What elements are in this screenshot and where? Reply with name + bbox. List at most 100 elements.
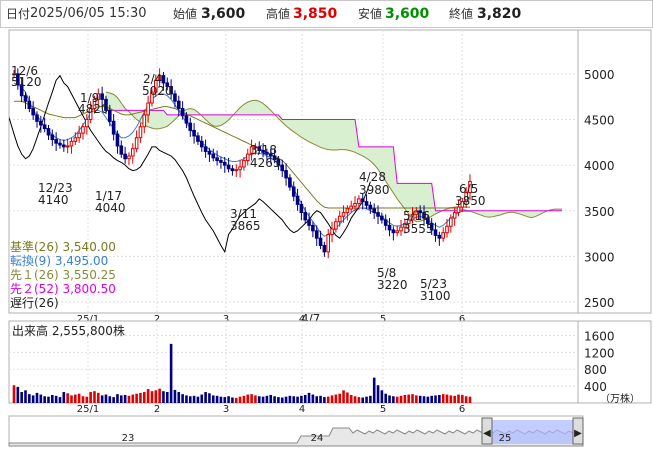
volume-bar — [464, 396, 468, 403]
volume-unit: （万株） — [600, 392, 640, 405]
price-axis-tick: 3000 — [584, 250, 615, 264]
volume-month-label: 4 — [299, 404, 305, 415]
volume-bar — [28, 394, 31, 403]
legend-tenkan-label: 転換(9) — [10, 254, 51, 268]
volume-bar — [215, 395, 219, 403]
candle-body — [54, 139, 58, 144]
volume-bar — [135, 393, 138, 403]
volume-bar — [338, 393, 342, 403]
candle-body — [280, 164, 285, 172]
volume-bar — [58, 397, 62, 403]
candle-body — [146, 102, 150, 116]
volume-bar — [116, 394, 119, 403]
volume-bar — [81, 396, 85, 403]
candle-body — [368, 204, 373, 210]
price-annotation-value: 4265 — [250, 156, 281, 170]
candle-body — [291, 186, 296, 197]
volume-bar — [66, 393, 69, 403]
volume-bar — [288, 395, 292, 403]
volume-bar — [403, 394, 407, 403]
candle-body — [65, 145, 70, 148]
price-annotation-value: 3980 — [359, 183, 390, 197]
volume-month-label: 5 — [380, 404, 386, 415]
volume-bar — [208, 393, 211, 403]
candle-body — [73, 137, 78, 142]
volume-bar — [461, 394, 464, 403]
candle-body — [42, 124, 47, 130]
volume-bar — [211, 395, 215, 403]
volume-bar — [265, 395, 269, 403]
candle-body — [360, 198, 365, 203]
volume-bar — [311, 394, 315, 403]
candle-body — [230, 168, 235, 172]
candle-body — [77, 132, 81, 139]
volume-bar — [426, 396, 430, 403]
volume-month-label: 6 — [459, 404, 465, 415]
date-label: 日付 — [6, 7, 31, 21]
volume-bar — [142, 392, 146, 403]
volume-bar — [407, 394, 410, 403]
volume-bar — [369, 395, 372, 403]
volume-bar — [39, 394, 43, 403]
volume-bar — [468, 396, 472, 403]
legend-tenkan: 転換(9) 3,495.00 — [10, 254, 108, 268]
candle-body — [50, 134, 55, 141]
volume-month-label: 25/1 — [77, 404, 99, 415]
volume-bar — [257, 396, 261, 403]
volume-bar — [24, 390, 27, 403]
candle-body — [234, 169, 239, 172]
price-annotation-date: 5/16 — [403, 209, 430, 223]
volume-bar — [204, 392, 207, 403]
volume-bar — [269, 394, 273, 403]
volume-bar — [43, 396, 46, 403]
volume-bar — [119, 395, 123, 403]
volume-bar — [307, 392, 311, 403]
volume-bar — [384, 393, 387, 403]
candle-body — [188, 122, 193, 131]
candle-body — [119, 145, 124, 155]
price-annotation-date: 3/18 — [250, 143, 277, 157]
candle-body — [39, 120, 43, 126]
price-annotation-value: 4140 — [38, 193, 69, 207]
volume-bar — [154, 390, 158, 403]
candle-body — [127, 155, 131, 160]
volume-bar — [131, 394, 135, 403]
volume-title: 出来高 2,555,800株 — [12, 323, 125, 338]
candle-body — [353, 202, 357, 207]
candle-body — [176, 100, 181, 110]
candle-body — [62, 144, 66, 148]
price-axis-tick: 4500 — [584, 113, 615, 127]
volume-bar — [51, 394, 54, 403]
volume-bar — [165, 392, 169, 403]
legend-kijun: 基準(26) 3,540.00 — [10, 240, 116, 254]
volume-bar — [97, 392, 100, 403]
candle-body — [449, 217, 453, 227]
volume-bar — [380, 390, 384, 403]
candle-body — [123, 153, 127, 160]
price-axis-tick: 5000 — [584, 68, 615, 82]
volume-bar — [181, 394, 184, 403]
volume-bar — [47, 396, 50, 403]
high-label: 高値 — [266, 7, 291, 21]
candle-body — [199, 140, 204, 148]
volume-bar — [31, 395, 35, 403]
volume-bar — [231, 397, 234, 403]
candle-body — [23, 95, 28, 102]
candle-body — [27, 100, 32, 110]
price-annotation-date: 4/28 — [359, 170, 386, 184]
open-label: 始値 — [173, 7, 198, 21]
price-annotation-value: 5020 — [142, 84, 173, 98]
volume-bar — [242, 395, 246, 403]
candle-body — [311, 224, 315, 232]
volume-bar — [89, 392, 92, 403]
volume-bar — [169, 343, 173, 403]
price-axis-tick: 4000 — [584, 159, 615, 173]
stock-chart-window: 日付 2025/06/05 15:30 始値 3,600 高値 3,850 安値… — [0, 0, 653, 470]
candle-body — [299, 203, 304, 214]
volume-bar — [85, 396, 89, 403]
legend-kijun-label: 基準(26) — [10, 240, 59, 254]
volume-bar — [453, 395, 456, 403]
scroller-right-arrow-icon: ▶ — [574, 428, 582, 439]
candle-body — [173, 93, 177, 102]
volume-bar — [139, 392, 142, 403]
